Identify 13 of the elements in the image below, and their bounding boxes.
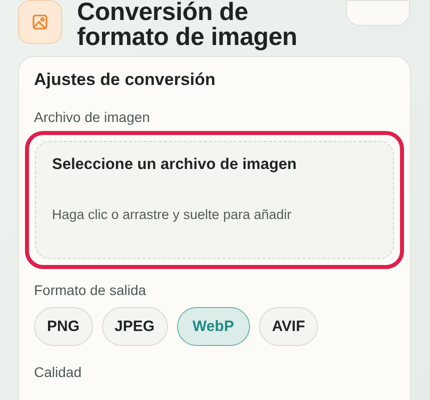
app-icon xyxy=(18,0,62,44)
format-option[interactable]: PNG xyxy=(34,307,93,346)
format-option[interactable]: JPEG xyxy=(102,307,168,346)
dropzone-title: Seleccione un archivo de imagen xyxy=(52,156,298,174)
field-label: Calidad xyxy=(34,364,82,380)
format-option[interactable]: AVIF xyxy=(258,307,318,346)
page-title: Conversión de formato de imagen xyxy=(77,0,298,50)
dropzone-hint: Haga clic o arrastre y suelte para añadir xyxy=(52,207,292,222)
field-label: Archivo de imagen xyxy=(34,109,151,125)
card-title: Ajustes de conversión xyxy=(34,70,216,90)
file-dropzone[interactable]: Seleccione un archivo de imagen Haga clic o arrastre y suelte para añadir xyxy=(35,141,394,259)
field-label: Formato de salida xyxy=(34,282,148,298)
header-button[interactable] xyxy=(346,0,410,26)
